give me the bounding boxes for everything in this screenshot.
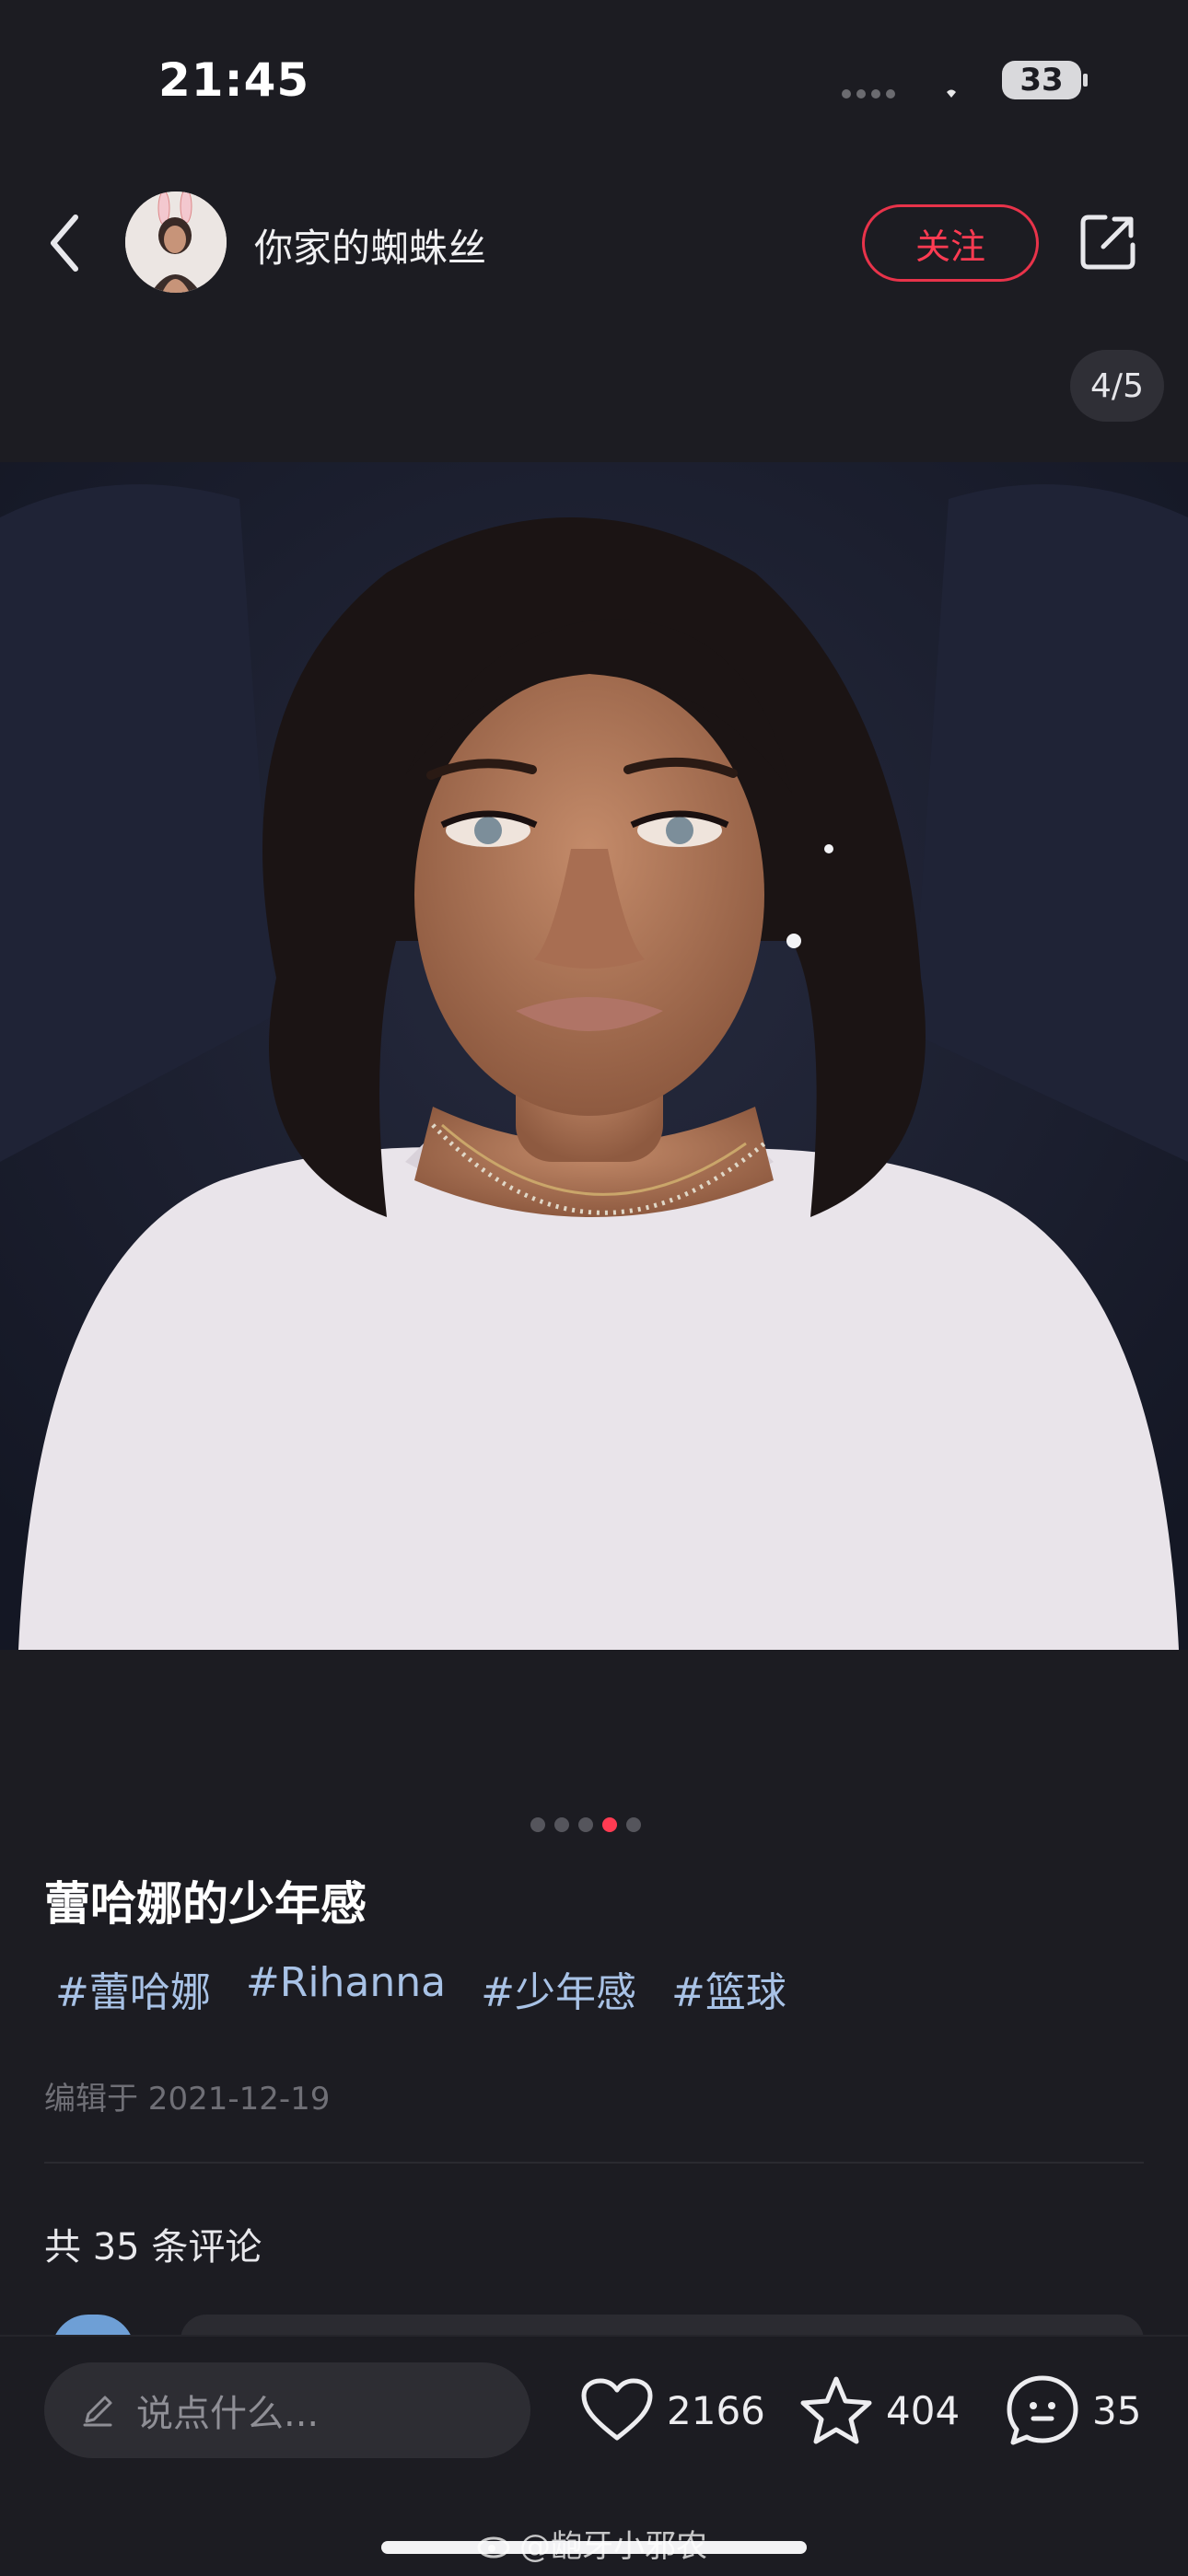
watermark: @龅牙小邪农 bbox=[477, 2521, 707, 2566]
favorite-count: 404 bbox=[886, 2387, 961, 2433]
pagination-dot bbox=[626, 1817, 641, 1832]
pencil-icon bbox=[83, 2396, 112, 2427]
pagination-dot bbox=[578, 1817, 593, 1832]
like-button[interactable]: 2166 bbox=[580, 2372, 765, 2449]
wifi-icon bbox=[947, 89, 956, 98]
watermark-text: @龅牙小邪农 bbox=[519, 2528, 707, 2565]
status-time: 21:45 bbox=[158, 53, 310, 107]
post-title: 蕾哈娜的少年感 bbox=[44, 1877, 367, 1931]
comments-button[interactable]: 35 bbox=[1006, 2372, 1141, 2449]
chevron-left-icon bbox=[51, 215, 78, 272]
battery-indicator: 33 bbox=[1002, 61, 1081, 99]
weibo-logo-icon bbox=[477, 2536, 510, 2558]
comment-count-heading: 共 35 条评论 bbox=[44, 2226, 262, 2269]
image-page-counter: 4/5 bbox=[1070, 350, 1164, 422]
heart-icon bbox=[581, 2378, 653, 2441]
like-count: 2166 bbox=[667, 2387, 765, 2433]
star-icon bbox=[800, 2376, 872, 2444]
favorite-button[interactable]: 404 bbox=[799, 2372, 960, 2449]
pagination-dot bbox=[554, 1817, 569, 1832]
battery-tip bbox=[1083, 74, 1088, 87]
avatar-image bbox=[125, 191, 227, 293]
author-avatar[interactable] bbox=[125, 191, 227, 293]
comment-input[interactable]: 说点什么... bbox=[44, 2362, 530, 2458]
cellular-signal-icon bbox=[842, 85, 906, 99]
hashtag-link[interactable]: #蕾哈娜 bbox=[55, 1959, 211, 2018]
follow-button[interactable]: 关注 bbox=[862, 204, 1039, 282]
image-pagination-dots bbox=[530, 1817, 641, 1832]
back-button[interactable] bbox=[37, 206, 92, 280]
pagination-dot-active bbox=[602, 1817, 617, 1832]
share-icon[interactable] bbox=[1077, 212, 1138, 273]
hashtag-link[interactable]: #Rihanna bbox=[246, 1959, 446, 2018]
comment-input-placeholder: 说点什么... bbox=[136, 2393, 320, 2435]
comment-count: 35 bbox=[1092, 2387, 1142, 2433]
comment-bubble-icon bbox=[1007, 2375, 1078, 2445]
author-name[interactable]: 你家的蜘蛛丝 bbox=[254, 217, 486, 273]
hashtag-link[interactable]: #篮球 bbox=[671, 1959, 786, 2018]
hashtag-list: #蕾哈娜 #Rihanna #少年感 #篮球 bbox=[55, 1959, 786, 2018]
divider bbox=[44, 2162, 1144, 2164]
edit-date: 编辑于 2021-12-19 bbox=[44, 2081, 331, 2118]
post-image[interactable] bbox=[0, 462, 1188, 1650]
portrait-photo bbox=[0, 462, 1188, 1650]
pagination-dot bbox=[530, 1817, 545, 1832]
hashtag-link[interactable]: #少年感 bbox=[481, 1959, 636, 2018]
